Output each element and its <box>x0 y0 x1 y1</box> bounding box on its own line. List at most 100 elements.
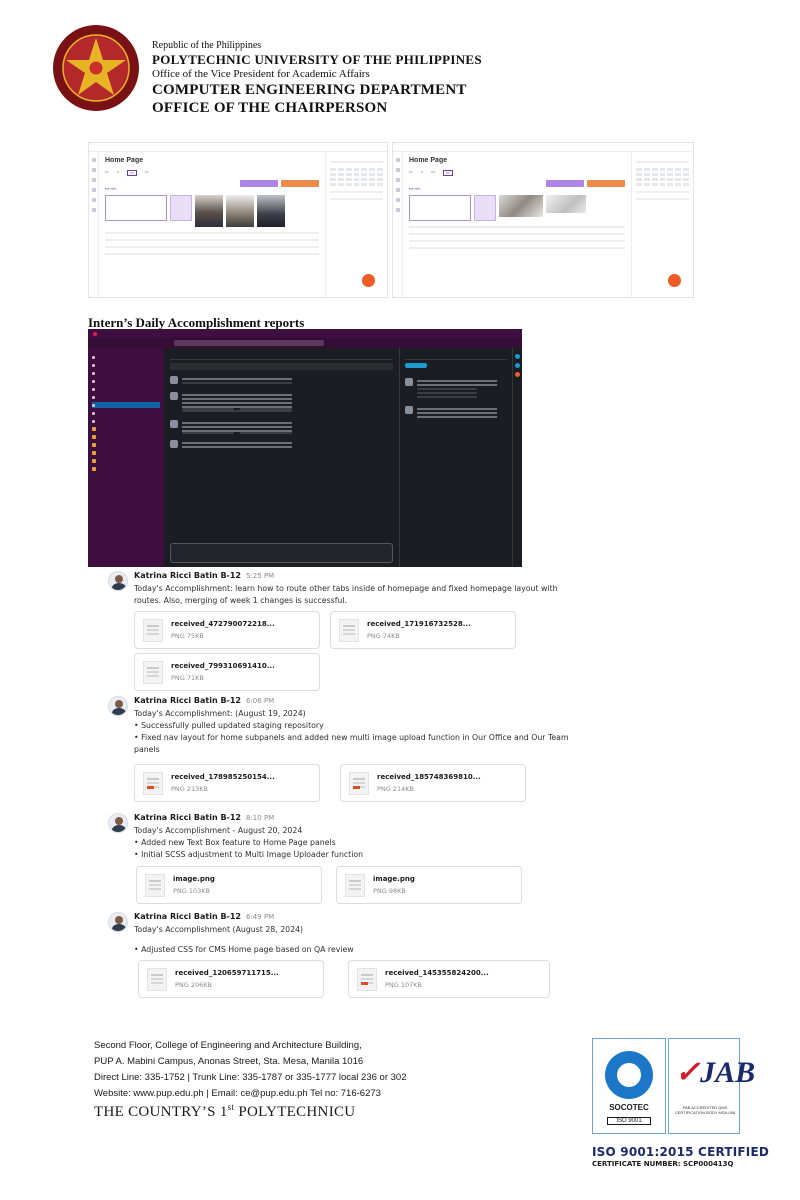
post-line: • Successfully pulled updated staging re… <box>134 721 324 730</box>
accomplishment-post: Katrina Ricci Batin B-12 6:06 PM Today's … <box>108 696 578 806</box>
post-line: Today's Accomplishment: (August 19, 2024… <box>134 709 306 718</box>
cms-upload-button <box>474 195 496 221</box>
file-thumbnail <box>345 874 365 897</box>
cms-screenshot-right: Home Page ▪▪▪ ▪▪ ▪▪▪ ▪▪▪ ▪▪▪ ▪▪▪▪ <box>392 142 694 298</box>
file-name: received_799310691410... <box>171 662 275 670</box>
file-attachment[interactable]: received_178985250154... PNG 213KB <box>134 764 320 802</box>
accomplishment-post: Katrina Ricci Batin B-12 6:49 PM Today's … <box>108 912 578 1004</box>
certificate-number: CERTIFICATE NUMBER: SCP000413Q <box>592 1160 734 1168</box>
cms-tabs: ▪▪▪ ▪▪ ▪▪▪ ▪▪▪ <box>105 170 149 176</box>
cms-topbar <box>89 143 387 152</box>
post-time: 8:10 PM <box>246 814 275 822</box>
cms-page-title: Home Page <box>409 157 448 164</box>
chat-composer <box>170 543 393 563</box>
file-thumbnail <box>339 619 359 642</box>
cms-photo-thumb <box>226 195 254 227</box>
post-line: • Initial SCSS adjustment to Multi Image… <box>134 850 364 859</box>
cms-calendar-panel <box>631 152 693 297</box>
file-attachment[interactable]: received_145355824200... PNG 107KB <box>348 960 550 998</box>
cms-photo-thumb <box>257 195 285 227</box>
file-name: received_171916732528... <box>367 620 471 628</box>
file-meta: PNG 107KB <box>385 981 423 989</box>
avatar <box>108 571 128 591</box>
file-attachment[interactable]: received_120659711715... PNG 206KB <box>138 960 324 998</box>
tagline-text: POLYTECHNICU <box>234 1104 356 1120</box>
chairperson-office: OFFICE OF THE CHAIRPERSON <box>152 100 388 116</box>
chat-app-screenshot <box>88 329 522 567</box>
socotec-label: SOCOTEC <box>609 1103 649 1112</box>
accomplishment-post: Katrina Ricci Batin B-12 8:10 PM Today's … <box>108 813 578 908</box>
file-name: image.png <box>373 875 415 883</box>
post-line: • Adjusted CSS for CMS Home page based o… <box>134 945 354 954</box>
post-line: • Fixed nav layout for home subpanels an… <box>134 733 569 742</box>
post-time: 6:06 PM <box>246 697 275 705</box>
file-attachment[interactable]: received_799310691410... PNG 71KB <box>134 653 320 691</box>
footer-line: Direct Line: 335-1752 | Trunk Line: 335-… <box>94 1072 407 1083</box>
chat-channel-pane <box>164 348 400 567</box>
cms-tabs: ▪▪▪ ▪▪ ▪▪▪ ▪▪▪ <box>409 170 625 176</box>
file-meta: PNG 214KB <box>377 785 415 793</box>
file-attachment[interactable]: received_185748369810... PNG 214KB <box>340 764 526 802</box>
post-author: Katrina Ricci Batin B-12 <box>134 813 241 822</box>
chat-right-rail <box>512 348 522 567</box>
post-time: 6:49 PM <box>246 913 275 921</box>
cms-nav-rail <box>393 152 403 297</box>
avatar <box>108 912 128 932</box>
file-meta: PNG 75KB <box>171 632 204 640</box>
post-text: Today's Accomplishment (August 28, 2024)… <box>134 924 574 956</box>
cms-photo-thumb <box>499 195 543 217</box>
socotec-badge: SOCOTEC ISO 9001 <box>592 1038 666 1134</box>
cms-fab-icon <box>362 274 375 287</box>
cms-upload-button <box>170 195 192 221</box>
jab-badge: ✓JAB PAB ACCREDITED QMS CERTIFICATION BO… <box>668 1038 755 1134</box>
cms-form-lines <box>105 232 319 255</box>
footer-line: PUP A. Mabini Campus, Anonas Street, Sta… <box>94 1056 364 1067</box>
post-text: Today's Accomplishment: learn how to rou… <box>134 583 574 607</box>
post-time: 5:25 PM <box>246 572 275 580</box>
university-seal <box>53 25 139 111</box>
office-name: Office of the Vice President for Academi… <box>152 68 370 80</box>
chat-searchbar <box>88 338 522 348</box>
cms-page-title: Home Page <box>105 157 144 164</box>
file-meta: PNG 71KB <box>171 674 204 682</box>
file-attachment[interactable]: image.png PNG 103KB <box>136 866 322 904</box>
file-thumbnail <box>357 968 377 991</box>
avatar <box>108 813 128 833</box>
file-name: received_185748369810... <box>377 773 481 781</box>
file-thumbnail <box>143 619 163 642</box>
file-meta: PNG 74KB <box>367 632 400 640</box>
file-thumbnail <box>143 661 163 684</box>
file-thumbnail <box>349 772 369 795</box>
letterhead: Republic of the Philippines POLYTECHNIC … <box>152 40 482 117</box>
file-name: received_145355824200... <box>385 969 489 977</box>
post-author: Katrina Ricci Batin B-12 <box>134 571 241 580</box>
file-attachment[interactable]: image.png PNG 98KB <box>336 866 522 904</box>
post-line: routes. Also, merging of week 1 changes … <box>134 596 348 605</box>
file-attachment[interactable]: received_472790072218... PNG 75KB <box>134 611 320 649</box>
post-line <box>134 936 574 944</box>
avatar <box>108 696 128 716</box>
accomplishment-post: Katrina Ricci Batin B-12 5:25 PM Today's … <box>108 571 578 691</box>
file-attachment[interactable]: received_171916732528... PNG 74KB <box>330 611 516 649</box>
file-thumbnail <box>145 874 165 897</box>
department-name: COMPUTER ENGINEERING DEPARTMENT <box>152 82 467 98</box>
file-name: image.png <box>173 875 215 883</box>
cms-screenshot-left: Home Page ▪▪▪ ▪▪ ▪▪▪ ▪▪▪ ▪▪▪ ▪▪▪▪ <box>88 142 388 298</box>
post-text: Today's Accomplishment: (August 19, 2024… <box>134 708 574 756</box>
cms-form-lines <box>409 226 625 249</box>
footer-tagline: THE COUNTRY’S 1st POLYTECHNICU <box>94 1102 355 1121</box>
post-line: Today's Accomplishment (August 28, 2024) <box>134 925 304 934</box>
republic-line: Republic of the Philippines <box>152 40 262 51</box>
socotec-iso-label: ISO 9001 <box>607 1117 651 1125</box>
post-line: Today's Accomplishment - August 20, 2024 <box>134 826 303 835</box>
cms-drop-zone <box>409 195 471 221</box>
jab-logo-icon: ✓JAB <box>675 1056 756 1089</box>
jab-caption: PAB ACCREDITED QMS CERTIFICATION BODY MS… <box>674 1105 736 1115</box>
cms-action-buttons <box>546 180 625 187</box>
post-line: Today's Accomplishment: learn how to rou… <box>134 584 558 593</box>
file-meta: PNG 103KB <box>173 887 211 895</box>
file-name: received_472790072218... <box>171 620 275 628</box>
cms-fab-icon <box>668 274 681 287</box>
file-thumbnail <box>147 968 167 991</box>
file-meta: PNG 213KB <box>171 785 209 793</box>
